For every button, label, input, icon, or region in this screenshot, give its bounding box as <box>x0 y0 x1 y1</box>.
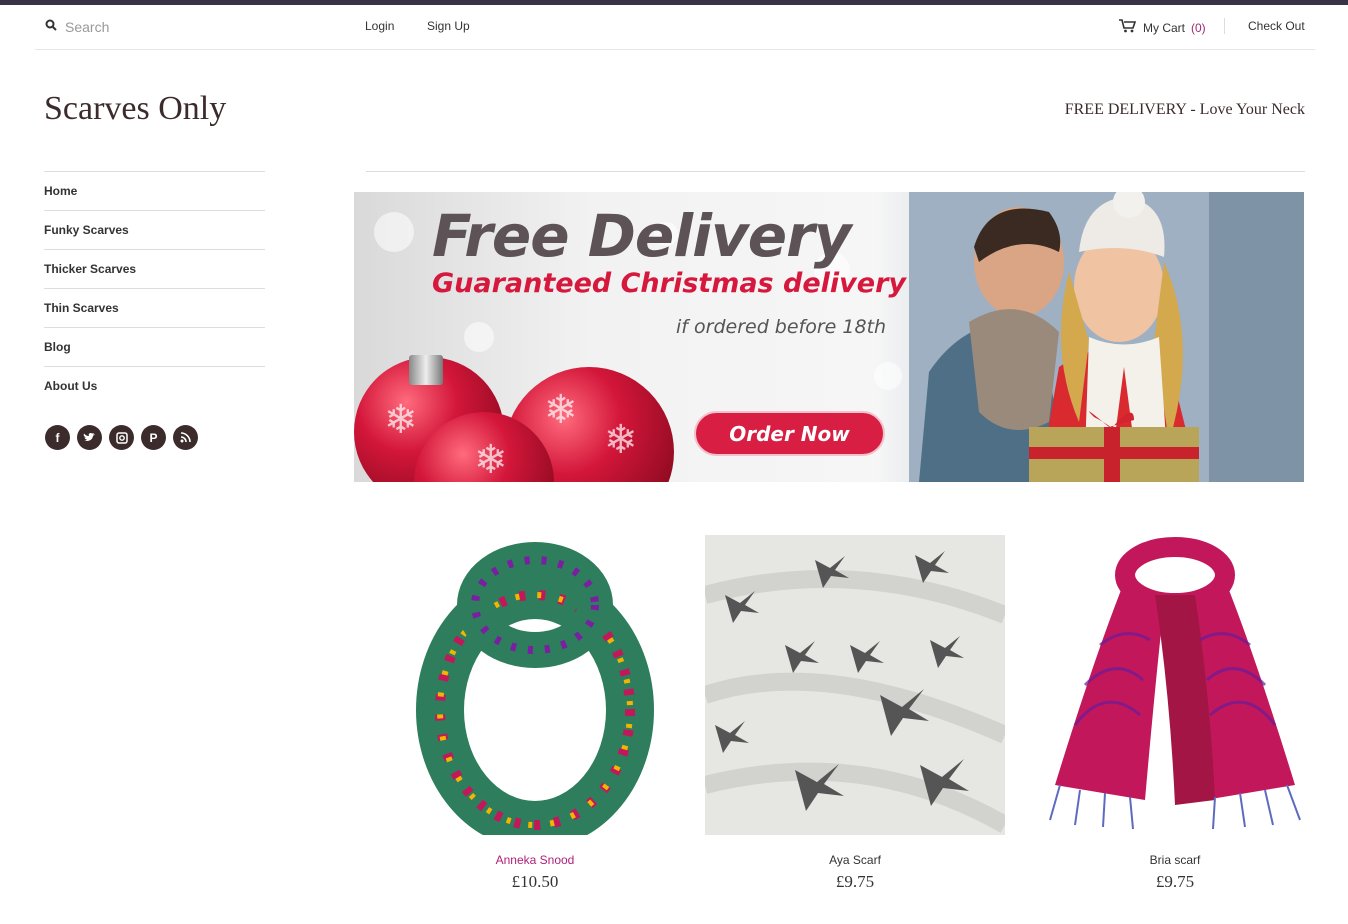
bokeh-light <box>464 322 494 352</box>
cart-label: My Cart <box>1143 20 1185 35</box>
rss-icon[interactable] <box>173 425 198 450</box>
banner-subtitle: Guaranteed Christmas delivery <box>432 268 907 299</box>
product-name[interactable]: Aya Scarf <box>705 853 1005 867</box>
bokeh-light <box>374 212 414 252</box>
nav-item-home[interactable]: Home <box>44 171 265 210</box>
product-name[interactable]: Bria scarf <box>1025 853 1325 867</box>
search-input[interactable] <box>65 19 265 35</box>
product-price: £9.75 <box>835 872 875 891</box>
promo-banner[interactable]: ❄ ❄ ❄ ❄ Free Delivery Guaranteed Christm… <box>354 192 1304 482</box>
instagram-icon[interactable] <box>109 425 134 450</box>
sidebar-nav: Home Funky Scarves Thicker Scarves Thin … <box>44 171 265 405</box>
product-price: £10.50 <box>511 872 559 891</box>
cart-count: (0) <box>1191 20 1206 35</box>
content-divider <box>366 171 1305 172</box>
product-name[interactable]: Anneka Snood <box>385 853 685 867</box>
order-now-button[interactable]: Order Now <box>694 411 885 456</box>
snowflake-icon: ❄ <box>604 418 638 462</box>
checkout-link[interactable]: Check Out <box>1248 19 1305 33</box>
snowflake-icon: ❄ <box>384 398 418 442</box>
nav-item-thin-scarves[interactable]: Thin Scarves <box>44 288 265 327</box>
bauble-cap <box>409 355 443 385</box>
login-link[interactable]: Login <box>365 19 394 33</box>
nav-item-funky-scarves[interactable]: Funky Scarves <box>44 210 265 249</box>
nav-item-about-us[interactable]: About Us <box>44 366 265 405</box>
product-image[interactable] <box>1025 535 1325 835</box>
cart-link[interactable]: My Cart (0) <box>1119 19 1206 36</box>
social-links: f P <box>45 425 198 450</box>
snowflake-icon: ❄ <box>544 388 578 432</box>
nav-item-blog[interactable]: Blog <box>44 327 265 366</box>
nav-item-thicker-scarves[interactable]: Thicker Scarves <box>44 249 265 288</box>
header-bar: Login Sign Up My Cart (0) Check Out <box>35 5 1315 50</box>
header-divider <box>1224 18 1225 34</box>
search-icon[interactable] <box>45 18 57 36</box>
snowflake-icon: ❄ <box>474 438 508 482</box>
site-title[interactable]: Scarves Only <box>44 90 226 128</box>
product-price: £9.75 <box>1155 872 1195 891</box>
signup-link[interactable]: Sign Up <box>427 19 470 33</box>
pinterest-icon[interactable]: P <box>141 425 166 450</box>
product-image[interactable] <box>705 535 1005 835</box>
couple-photo <box>909 192 1304 482</box>
facebook-icon[interactable]: f <box>45 425 70 450</box>
cart-icon <box>1119 19 1137 36</box>
banner-title: Free Delivery <box>432 202 852 270</box>
product-image[interactable] <box>385 535 685 835</box>
banner-note: if ordered before 18th <box>676 316 887 338</box>
twitter-icon[interactable] <box>77 425 102 450</box>
search-box[interactable] <box>45 18 265 36</box>
bokeh-light <box>874 362 902 390</box>
site-tagline: FREE DELIVERY - Love Your Neck <box>1064 101 1305 118</box>
